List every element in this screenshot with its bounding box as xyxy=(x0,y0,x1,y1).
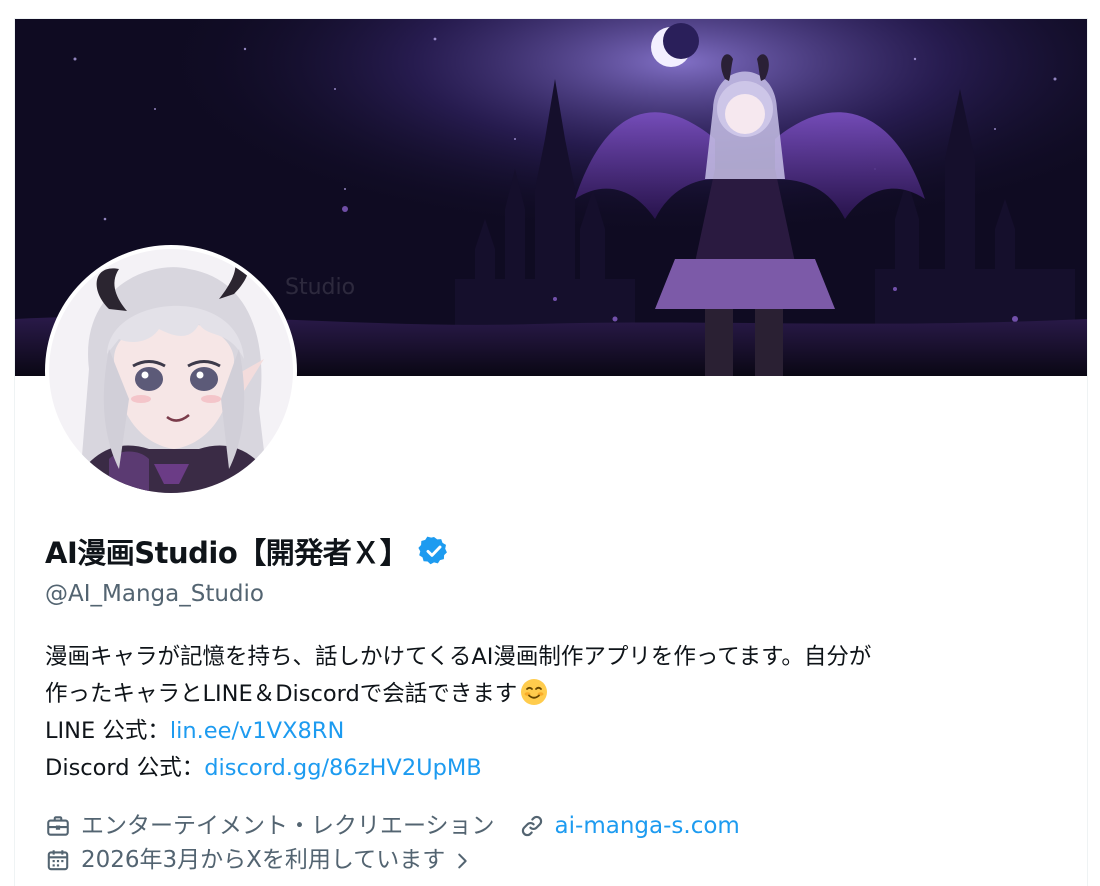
calendar-icon xyxy=(45,847,71,873)
discord-official-label: Discord 公式： xyxy=(45,755,205,781)
profile-card: Studio AI漫画Studio【開発者Ｘ】 @AI_Manga_Studio… xyxy=(14,18,1088,886)
profile-name-row: AI漫画Studio【開発者Ｘ】 xyxy=(45,531,450,571)
briefcase-icon xyxy=(45,813,71,839)
bio-line-2: 作ったキャラとLINE＆Discordで会話できます xyxy=(45,676,1065,713)
profile-meta: エンターテイメント・レクリエーション ai-manga-s.com 2026年3… xyxy=(45,809,740,877)
profile-website-link[interactable]: ai-manga-s.com xyxy=(555,810,740,842)
bio-line-line-official: LINE 公式：lin.ee/v1VX8RN xyxy=(45,713,1065,750)
bio-line-discord-official: Discord 公式：discord.gg/86zHV2UpMB xyxy=(45,750,1065,787)
bio-line-1: 漫画キャラが記憶を持ち、話しかけてくるAI漫画制作アプリを作ってます。自分が xyxy=(45,644,872,670)
svg-text:Studio: Studio xyxy=(285,275,355,300)
verified-badge-icon[interactable] xyxy=(418,535,450,567)
profile-meta-row-1: エンターテイメント・レクリエーション ai-manga-s.com xyxy=(45,809,740,843)
line-official-label: LINE 公式： xyxy=(45,718,170,744)
chevron-right-icon[interactable] xyxy=(451,849,473,871)
display-name: AI漫画Studio【開発者Ｘ】 xyxy=(45,536,409,570)
smiling-face-emoji-icon xyxy=(519,677,549,707)
profile-category: エンターテイメント・レクリエーション xyxy=(81,813,495,839)
link-icon xyxy=(519,813,545,839)
profile-handle: @AI_Manga_Studio xyxy=(45,581,264,607)
profile-avatar[interactable] xyxy=(45,245,297,497)
bio-line-2-text: 作ったキャラとLINE＆Discordで会話できます xyxy=(45,681,518,707)
discord-official-link[interactable]: discord.gg/86zHV2UpMB xyxy=(204,755,482,781)
line-official-link[interactable]: lin.ee/v1VX8RN xyxy=(170,718,344,744)
profile-joined-date: 2026年3月からXを利用しています xyxy=(81,847,446,873)
profile-bio: 漫画キャラが記憶を持ち、話しかけてくるAI漫画制作アプリを作ってます。自分が 作… xyxy=(45,639,1065,787)
profile-meta-row-2: 2026年3月からXを利用しています xyxy=(45,843,740,877)
